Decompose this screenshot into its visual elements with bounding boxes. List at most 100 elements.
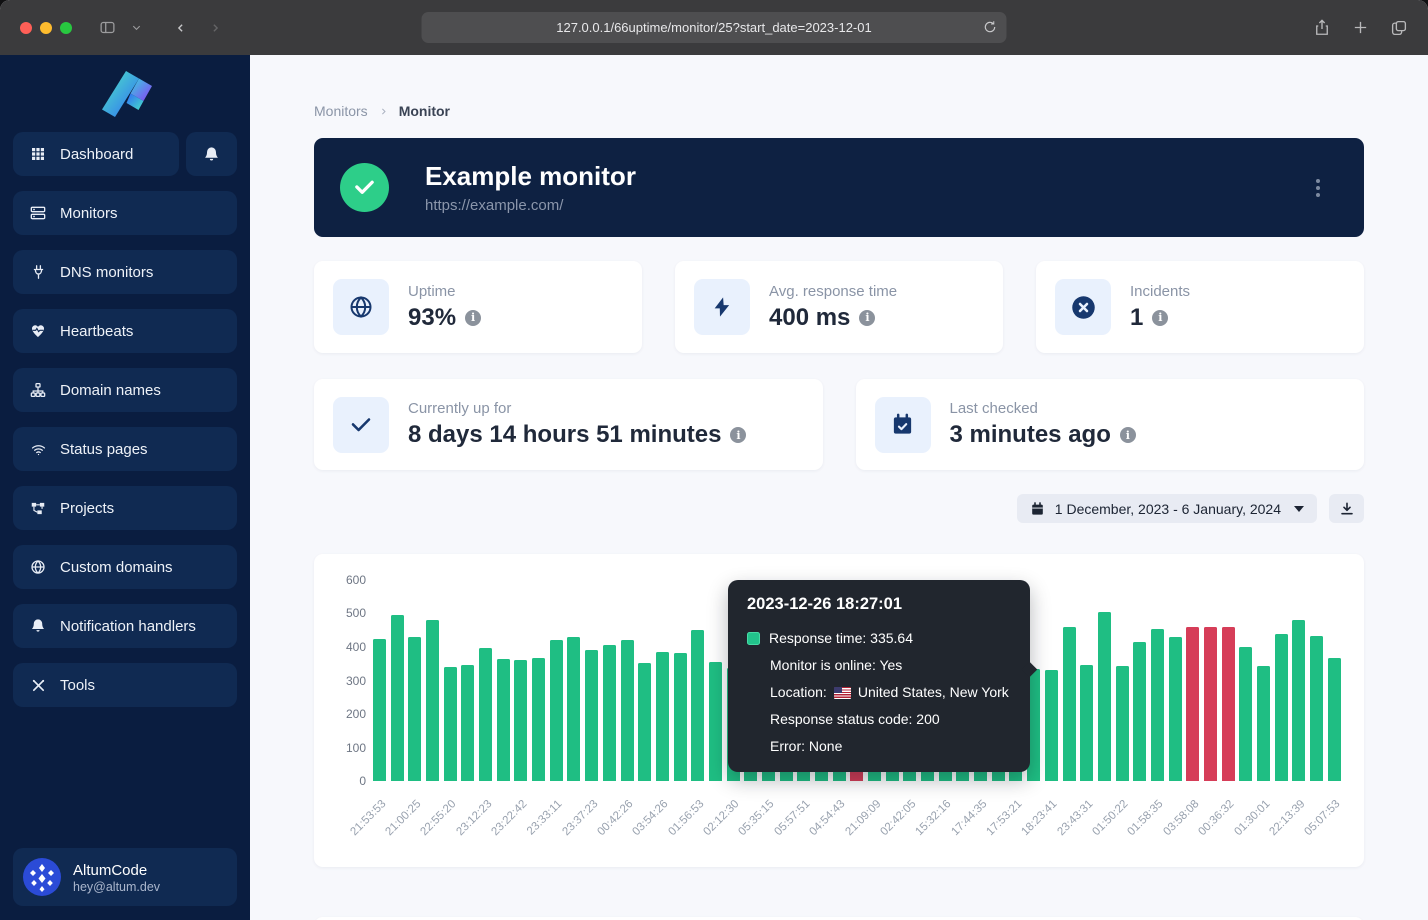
chart-bar[interactable] xyxy=(603,645,616,781)
chart-bar[interactable] xyxy=(373,639,386,781)
chart-bar[interactable] xyxy=(621,640,634,781)
close-window-button[interactable] xyxy=(20,22,32,34)
chart-bar[interactable] xyxy=(1151,629,1164,781)
sidebar-item-dashboard[interactable]: Dashboard xyxy=(13,132,179,176)
bell-icon xyxy=(29,618,47,634)
chart-bar[interactable] xyxy=(1222,627,1235,781)
avatar xyxy=(23,858,61,896)
chart-bar[interactable] xyxy=(1310,636,1323,781)
chart-bar[interactable] xyxy=(550,640,563,781)
share-icon[interactable] xyxy=(1313,17,1331,38)
minimize-window-button[interactable] xyxy=(40,22,52,34)
stat-value: 3 minutes ago xyxy=(950,421,1111,449)
info-icon[interactable]: i xyxy=(1120,427,1136,443)
chart-bar[interactable] xyxy=(1186,627,1199,781)
chart-bar[interactable] xyxy=(1275,634,1288,781)
chart-bar[interactable] xyxy=(514,660,527,781)
chart-bar[interactable] xyxy=(1204,627,1217,781)
address-bar[interactable]: 127.0.0.1/66uptime/monitor/25?start_date… xyxy=(422,12,1007,43)
chart-bar[interactable] xyxy=(1098,612,1111,781)
chart-bar[interactable] xyxy=(1239,647,1252,781)
sidebar-item-label: Notification handlers xyxy=(60,618,196,635)
chart-bar[interactable] xyxy=(1063,627,1076,781)
sidebar-item-tools[interactable]: Tools xyxy=(13,663,237,707)
sidebar-item-label: Domain names xyxy=(60,382,161,399)
chevron-right-icon xyxy=(379,106,388,117)
sidebar-item-label: Tools xyxy=(60,677,95,694)
main-content: Monitors Monitor Example monitor https:/… xyxy=(250,55,1428,920)
stat-label: Uptime xyxy=(408,283,481,300)
sidebar-item-notification-handlers[interactable]: Notification handlers xyxy=(13,604,237,648)
zoom-window-button[interactable] xyxy=(60,22,72,34)
sidebar-toggle-icon[interactable] xyxy=(98,19,117,36)
info-icon[interactable]: i xyxy=(465,310,481,326)
info-icon[interactable]: i xyxy=(859,310,875,326)
uptime-card: Uptime 93% i xyxy=(314,261,642,353)
download-button[interactable] xyxy=(1329,494,1364,523)
back-button[interactable] xyxy=(174,18,187,38)
chart-bar[interactable] xyxy=(709,662,722,781)
heart-pulse-icon xyxy=(29,323,47,339)
chart-bar[interactable] xyxy=(497,659,510,781)
caret-down-icon xyxy=(1294,506,1304,512)
sidebar-item-custom-domains[interactable]: Custom domains xyxy=(13,545,237,589)
info-icon[interactable]: i xyxy=(730,427,746,443)
tooltip-title: 2023-12-26 18:27:01 xyxy=(747,595,1011,614)
chart-bar[interactable] xyxy=(391,615,404,781)
sidebar-item-label: Status pages xyxy=(60,441,148,458)
stat-label: Incidents xyxy=(1130,283,1190,300)
chart-bar[interactable] xyxy=(479,648,492,781)
tab-overview-icon[interactable] xyxy=(1390,19,1408,37)
sidebar-item-projects[interactable]: Projects xyxy=(13,486,237,530)
chart-bar[interactable] xyxy=(1080,665,1093,781)
app-logo[interactable] xyxy=(0,55,250,132)
chart-bar[interactable] xyxy=(1292,620,1305,781)
chart-bar[interactable] xyxy=(532,658,545,781)
chart-bar[interactable] xyxy=(1257,666,1270,781)
chevron-down-icon[interactable] xyxy=(131,22,142,33)
chart-bar[interactable] xyxy=(444,667,457,781)
date-range-picker[interactable]: 1 December, 2023 - 6 January, 2024 xyxy=(1017,494,1317,523)
calendar-icon xyxy=(1030,501,1045,517)
bolt-icon xyxy=(694,279,750,335)
chart-bar[interactable] xyxy=(585,650,598,781)
chart-bar[interactable] xyxy=(691,630,704,781)
y-tick-label: 0 xyxy=(314,774,366,788)
project-diagram-icon xyxy=(29,501,47,516)
breadcrumb-current: Monitor xyxy=(399,103,450,119)
sidebar-item-status-pages[interactable]: Status pages xyxy=(13,427,237,471)
chart-bar[interactable] xyxy=(408,637,421,781)
chart-bar[interactable] xyxy=(656,652,669,781)
url-text: 127.0.0.1/66uptime/monitor/25?start_date… xyxy=(556,20,871,35)
chart-bar[interactable] xyxy=(1045,670,1058,781)
series-marker-icon xyxy=(747,632,760,645)
incidents-card: Incidents 1 i xyxy=(1036,261,1364,353)
chart-bar[interactable] xyxy=(1328,658,1341,781)
sidebar-item-label: Dashboard xyxy=(60,146,133,163)
breadcrumb-monitors-link[interactable]: Monitors xyxy=(314,103,368,119)
sidebar-item-monitors[interactable]: Monitors xyxy=(13,191,237,235)
chart-bar[interactable] xyxy=(1116,666,1129,781)
grid-icon xyxy=(29,146,47,162)
monitor-menu-button[interactable] xyxy=(1310,173,1326,203)
chart-bar[interactable] xyxy=(461,665,474,781)
download-icon xyxy=(1339,501,1355,517)
sidebar-item-dns-monitors[interactable]: DNS monitors xyxy=(13,250,237,294)
reload-icon[interactable] xyxy=(983,17,998,37)
info-icon[interactable]: i xyxy=(1152,310,1168,326)
sidebar-item-heartbeats[interactable]: Heartbeats xyxy=(13,309,237,353)
user-account-card[interactable]: AltumCode hey@altum.dev xyxy=(13,848,237,906)
chart-bar[interactable] xyxy=(674,653,687,781)
chart-bar[interactable] xyxy=(638,663,651,781)
chart-bar[interactable] xyxy=(1133,642,1146,781)
globe-icon xyxy=(29,559,47,575)
chart-bar[interactable] xyxy=(426,620,439,781)
new-tab-icon[interactable] xyxy=(1352,19,1369,36)
notifications-button[interactable] xyxy=(186,132,237,176)
last-checked-card: Last checked 3 minutes ago i xyxy=(856,379,1365,470)
sidebar-item-domain-names[interactable]: Domain names xyxy=(13,368,237,412)
chart-bar[interactable] xyxy=(1169,637,1182,781)
chart-bar[interactable] xyxy=(567,637,580,781)
tools-icon xyxy=(29,678,47,693)
forward-button[interactable] xyxy=(209,18,222,38)
